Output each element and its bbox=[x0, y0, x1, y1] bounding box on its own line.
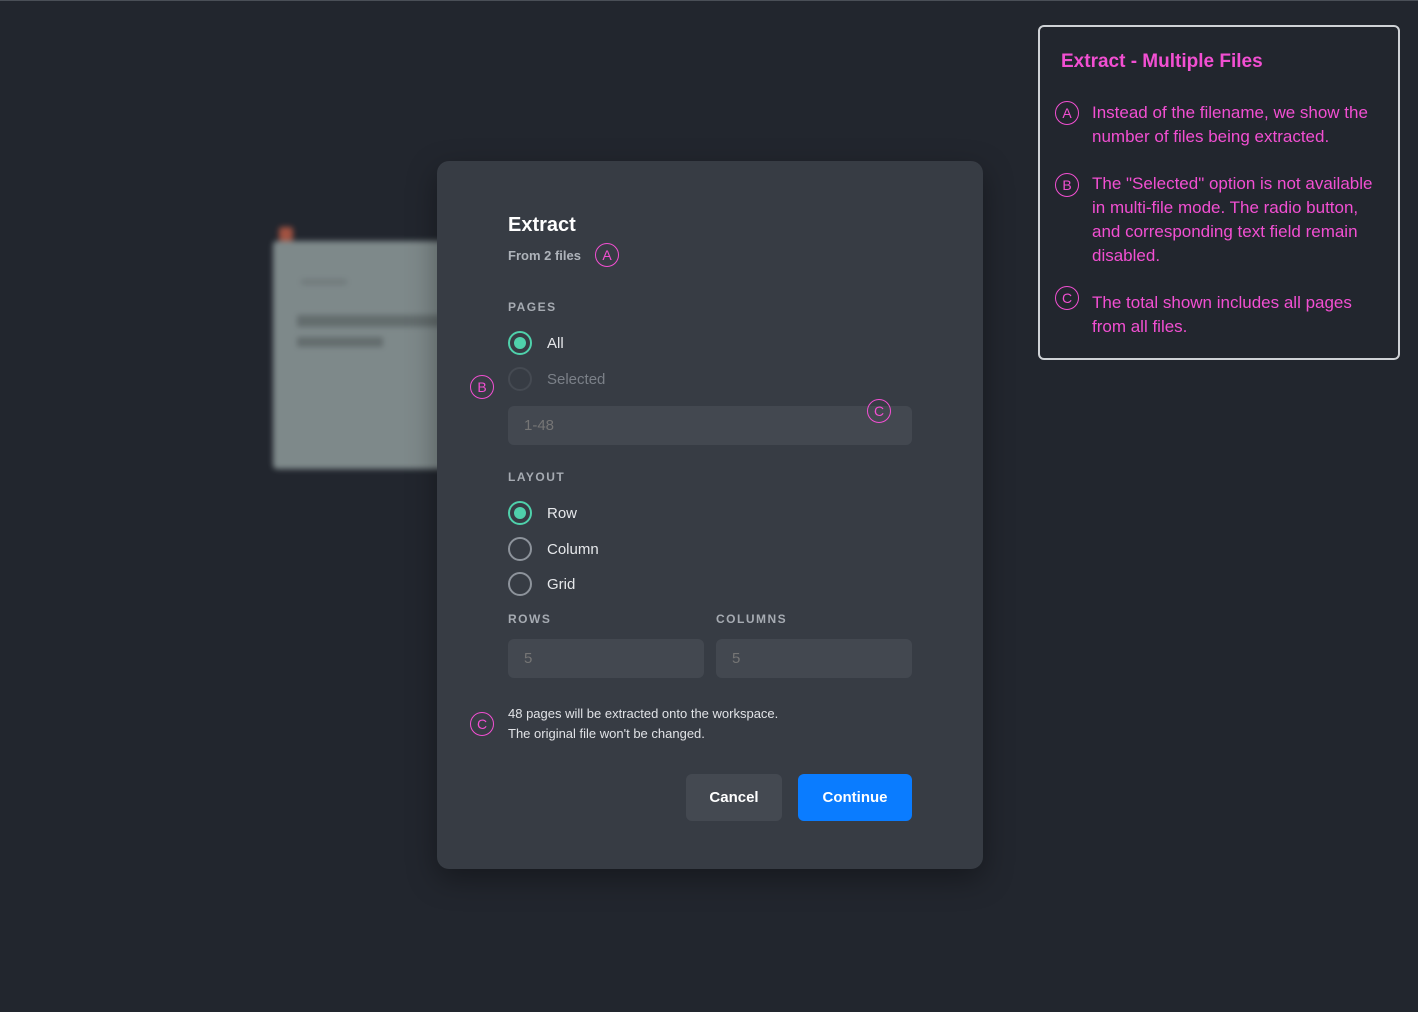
pages-selected-label: Selected bbox=[547, 370, 606, 388]
extract-info-line-2: The original file won't be changed. bbox=[508, 726, 705, 741]
layout-column-radio[interactable] bbox=[508, 537, 532, 561]
layout-row-label: Row bbox=[547, 504, 578, 522]
layout-grid-radio[interactable] bbox=[508, 572, 532, 596]
dialog-title: Extract bbox=[508, 214, 576, 236]
annotation-marker-c-field: C bbox=[867, 399, 891, 423]
layout-row-radio[interactable] bbox=[508, 501, 532, 525]
layout-grid-label: Grid bbox=[547, 575, 576, 593]
pages-range-field bbox=[508, 406, 912, 445]
note-item-c: The total shown includes all pages from … bbox=[1092, 293, 1352, 336]
columns-label: COLUMNS bbox=[716, 612, 788, 626]
dialog-subtitle: From 2 files bbox=[508, 248, 581, 263]
note-marker-a: A bbox=[1055, 101, 1079, 125]
cancel-button[interactable]: Cancel bbox=[686, 774, 782, 821]
layout-section-label: LAYOUT bbox=[508, 470, 566, 484]
pages-all-radio[interactable] bbox=[508, 331, 532, 355]
layout-grid-radio-option[interactable]: Grid bbox=[508, 572, 575, 596]
annotation-marker-b: B bbox=[470, 375, 494, 399]
note-marker-c: C bbox=[1055, 286, 1079, 310]
pages-all-radio-option[interactable]: All bbox=[508, 331, 564, 355]
note-marker-b: B bbox=[1055, 173, 1079, 197]
rows-label: ROWS bbox=[508, 612, 552, 626]
annotation-note-panel: Extract - Multiple Files A Instead of th… bbox=[1038, 25, 1400, 360]
extract-dialog: Extract From 2 files A PAGES All Selecte… bbox=[437, 161, 983, 869]
pages-selected-radio bbox=[508, 367, 532, 391]
rows-field bbox=[508, 639, 704, 678]
extract-info-line-1: 48 pages will be extracted onto the work… bbox=[508, 706, 779, 721]
continue-button[interactable]: Continue bbox=[798, 774, 912, 821]
annotation-marker-c-info: C bbox=[470, 712, 494, 736]
note-item-a: Instead of the filename, we show the num… bbox=[1092, 103, 1368, 146]
pages-all-label: All bbox=[547, 334, 564, 352]
note-title: Extract - Multiple Files bbox=[1061, 51, 1263, 72]
note-item-b: The "Selected" option is not available i… bbox=[1092, 174, 1373, 265]
extract-info-text: 48 pages will be extracted onto the work… bbox=[508, 704, 778, 744]
pages-selected-radio-option: Selected bbox=[508, 367, 605, 391]
pages-section-label: PAGES bbox=[508, 300, 557, 314]
layout-column-radio-option[interactable]: Column bbox=[508, 537, 599, 561]
layout-row-radio-option[interactable]: Row bbox=[508, 501, 577, 525]
layout-column-label: Column bbox=[547, 540, 599, 558]
annotation-marker-a: A bbox=[595, 243, 619, 267]
document-thumbnail-marker bbox=[279, 227, 293, 241]
canvas: Extract From 2 files A PAGES All Selecte… bbox=[0, 0, 1418, 1012]
columns-field bbox=[716, 639, 912, 678]
